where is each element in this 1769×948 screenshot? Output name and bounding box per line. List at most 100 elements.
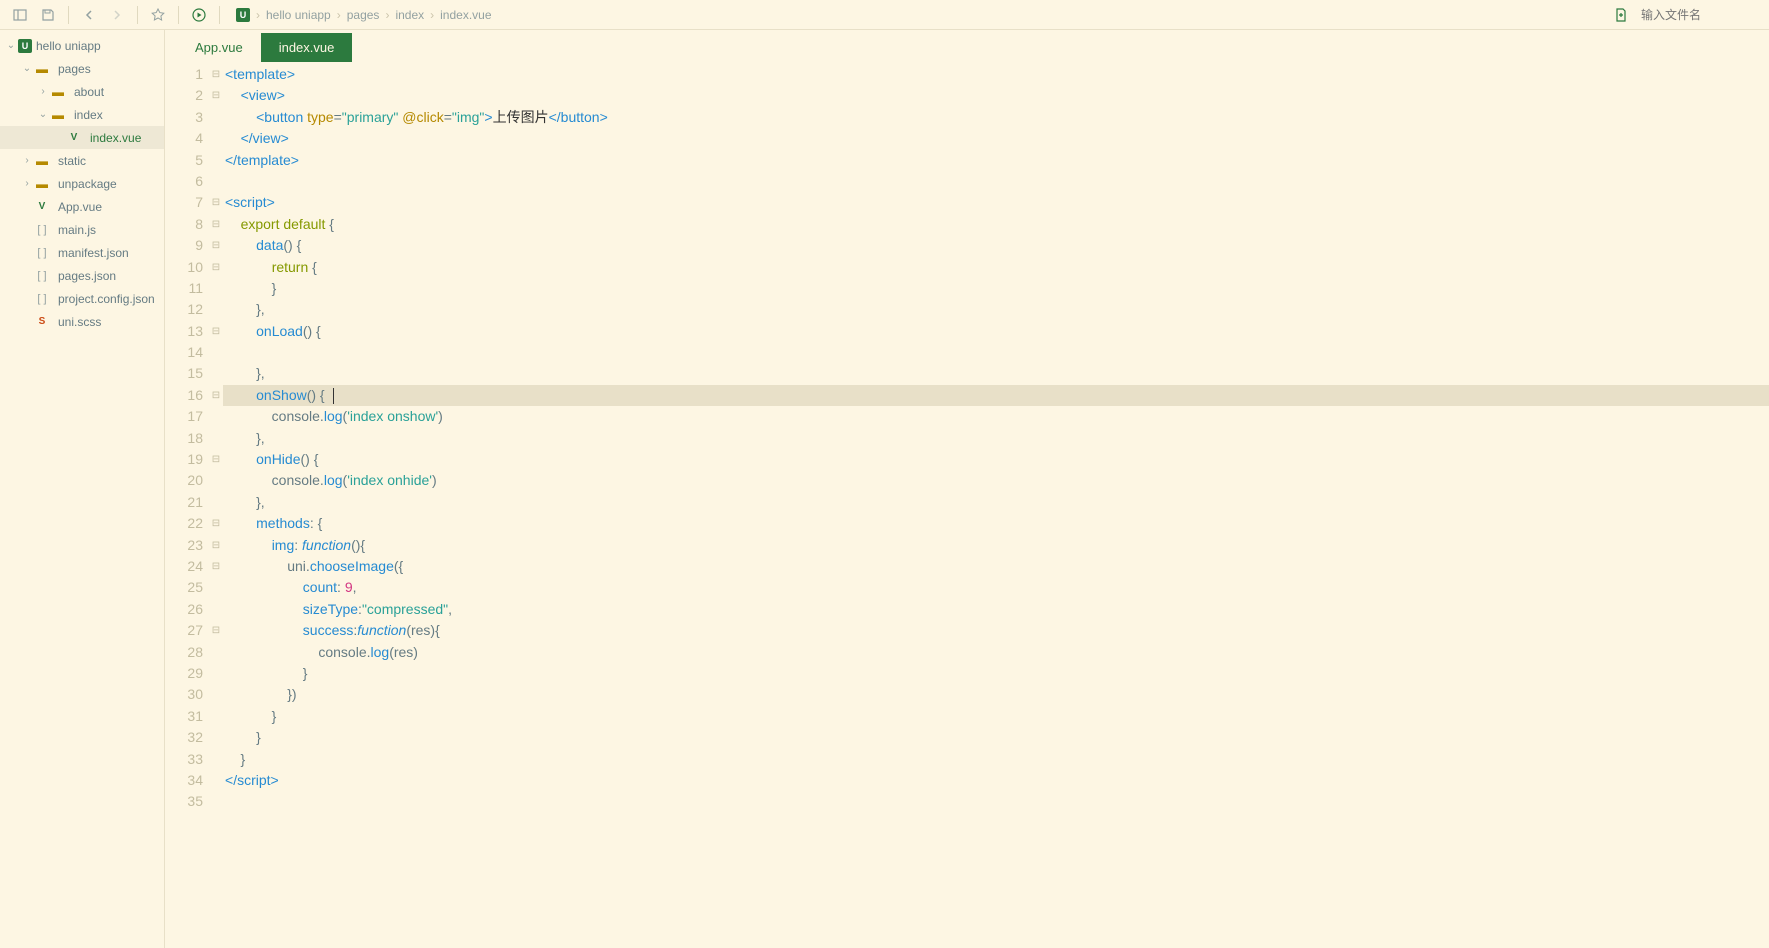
code-line-17[interactable]: console.log('index onshow') <box>223 406 1769 427</box>
tree-item-label: App.vue <box>58 200 102 214</box>
code-line-8[interactable]: export default { <box>223 214 1769 235</box>
fold-toggle[interactable]: ⊟ <box>209 214 223 235</box>
tree-item-label: index.vue <box>90 131 141 145</box>
toggle-sidebar-button[interactable] <box>8 3 32 27</box>
fold-toggle[interactable]: ⊟ <box>209 620 223 641</box>
tree-item-label: main.js <box>58 223 96 237</box>
code-line-24[interactable]: uni.chooseImage({ <box>223 556 1769 577</box>
tree-item-unpackage[interactable]: ›▬unpackage <box>0 172 164 195</box>
code-line-4[interactable]: </view> <box>223 128 1769 149</box>
fold-toggle[interactable]: ⊟ <box>209 64 223 85</box>
fold-toggle[interactable]: ⊟ <box>209 385 223 406</box>
code-line-33[interactable]: } <box>223 749 1769 770</box>
breadcrumb-item[interactable]: pages <box>347 8 380 22</box>
tree-item-index-vue[interactable]: Vindex.vue <box>0 126 164 149</box>
fold-toggle <box>209 727 223 748</box>
code-line-32[interactable]: } <box>223 727 1769 748</box>
code-line-28[interactable]: console.log(res) <box>223 642 1769 663</box>
code-editor[interactable]: 1234567891011121314151617181920212223242… <box>165 62 1769 948</box>
breadcrumb: U › hello uniapp › pages › index › index… <box>236 8 492 22</box>
code-line-27[interactable]: success:function(res){ <box>223 620 1769 641</box>
code-line-7[interactable]: <script> <box>223 192 1769 213</box>
project-icon: U <box>236 8 250 22</box>
tree-item-label: unpackage <box>58 177 117 191</box>
code-line-10[interactable]: return { <box>223 257 1769 278</box>
fold-gutter: ⊟⊟⊟⊟⊟⊟⊟⊟⊟⊟⊟⊟⊟ <box>209 62 223 948</box>
code-line-31[interactable]: } <box>223 706 1769 727</box>
code-line-6[interactable] <box>223 171 1769 192</box>
fold-toggle <box>209 791 223 812</box>
fold-toggle[interactable]: ⊟ <box>209 85 223 106</box>
code-line-35[interactable] <box>223 791 1769 812</box>
code-line-16[interactable]: onShow() { <box>223 385 1769 406</box>
tree-item-index[interactable]: ⌄▬index <box>0 103 164 126</box>
code-line-14[interactable] <box>223 342 1769 363</box>
fold-toggle <box>209 663 223 684</box>
code-line-20[interactable]: console.log('index onhide') <box>223 470 1769 491</box>
tree-item-label: uni.scss <box>58 315 101 329</box>
chevron-icon: ⌄ <box>36 109 50 120</box>
code-line-21[interactable]: }, <box>223 492 1769 513</box>
line-number-gutter: 1234567891011121314151617181920212223242… <box>165 62 209 948</box>
code-line-5[interactable]: </template> <box>223 150 1769 171</box>
code-line-30[interactable]: }) <box>223 684 1769 705</box>
fold-toggle <box>209 770 223 791</box>
tree-item-main-js[interactable]: [ ] main.js <box>0 218 164 241</box>
forward-button[interactable] <box>105 3 129 27</box>
fold-toggle[interactable]: ⊟ <box>209 257 223 278</box>
tree-item-pages[interactable]: ⌄▬pages <box>0 57 164 80</box>
fold-toggle[interactable]: ⊟ <box>209 192 223 213</box>
fold-toggle <box>209 107 223 128</box>
editor-area: App.vueindex.vue 12345678910111213141516… <box>165 30 1769 948</box>
fold-toggle[interactable]: ⊟ <box>209 556 223 577</box>
code-line-29[interactable]: } <box>223 663 1769 684</box>
filename-search-input[interactable] <box>1641 8 1761 22</box>
code-line-19[interactable]: onHide() { <box>223 449 1769 470</box>
tree-item-manifest-json[interactable]: [ ]manifest.json <box>0 241 164 264</box>
code-line-15[interactable]: }, <box>223 363 1769 384</box>
tree-item-uni-scss[interactable]: Suni.scss <box>0 310 164 333</box>
tree-item-pages-json[interactable]: [ ]pages.json <box>0 264 164 287</box>
code-line-9[interactable]: data() { <box>223 235 1769 256</box>
tree-item-static[interactable]: ›▬static <box>0 149 164 172</box>
fold-toggle[interactable]: ⊟ <box>209 513 223 534</box>
tree-item-App-vue[interactable]: VApp.vue <box>0 195 164 218</box>
fold-toggle[interactable]: ⊟ <box>209 449 223 470</box>
back-button[interactable] <box>77 3 101 27</box>
code-line-2[interactable]: <view> <box>223 85 1769 106</box>
code-content[interactable]: <template> <view> <button type="primary"… <box>223 62 1769 948</box>
new-file-button[interactable] <box>1609 3 1633 27</box>
tab-index-vue[interactable]: index.vue <box>261 33 353 62</box>
tree-item-project-config-json[interactable]: [ ]project.config.json <box>0 287 164 310</box>
tab-App-vue[interactable]: App.vue <box>177 33 261 62</box>
code-line-3[interactable]: <button type="primary" @click="img">上传图片… <box>223 107 1769 128</box>
tree-item-about[interactable]: ›▬about <box>0 80 164 103</box>
code-line-11[interactable]: } <box>223 278 1769 299</box>
code-line-22[interactable]: methods: { <box>223 513 1769 534</box>
fold-toggle[interactable]: ⊟ <box>209 535 223 556</box>
tree-item-label: manifest.json <box>58 246 129 260</box>
file-icon: [ ] <box>34 293 50 305</box>
code-line-1[interactable]: <template> <box>223 64 1769 85</box>
code-line-18[interactable]: }, <box>223 428 1769 449</box>
code-line-26[interactable]: sizeType:"compressed", <box>223 599 1769 620</box>
breadcrumb-item[interactable]: index.vue <box>440 8 491 22</box>
code-line-12[interactable]: }, <box>223 299 1769 320</box>
code-line-34[interactable]: </script> <box>223 770 1769 791</box>
bookmark-button[interactable] <box>146 3 170 27</box>
code-line-23[interactable]: img: function(){ <box>223 535 1769 556</box>
save-button[interactable] <box>36 3 60 27</box>
run-button[interactable] <box>187 3 211 27</box>
folder-icon: ▬ <box>34 62 50 76</box>
code-line-13[interactable]: onLoad() { <box>223 321 1769 342</box>
fold-toggle <box>209 342 223 363</box>
file-icon: [ ] <box>34 224 50 236</box>
fold-toggle[interactable]: ⊟ <box>209 321 223 342</box>
chevron-icon: › <box>20 155 34 166</box>
breadcrumb-item[interactable]: hello uniapp <box>266 8 331 22</box>
breadcrumb-separator-icon: › <box>256 8 260 22</box>
tree-item-hello-uniapp[interactable]: ⌄Uhello uniapp <box>0 34 164 57</box>
fold-toggle[interactable]: ⊟ <box>209 235 223 256</box>
breadcrumb-item[interactable]: index <box>395 8 424 22</box>
code-line-25[interactable]: count: 9, <box>223 577 1769 598</box>
